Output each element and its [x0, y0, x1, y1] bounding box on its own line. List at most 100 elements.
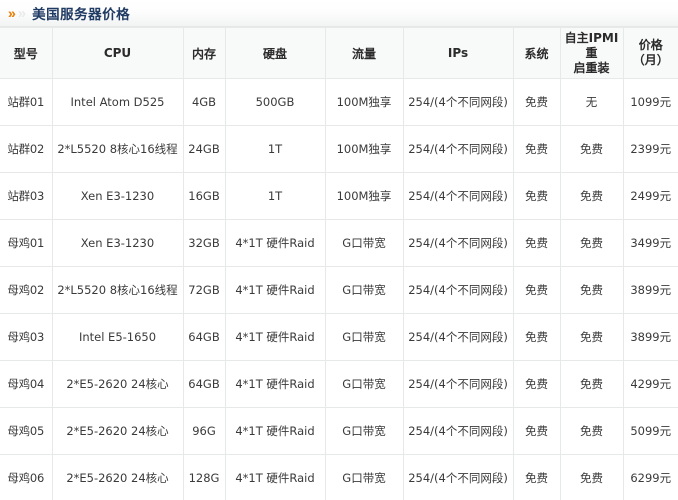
cell-model: 母鸡03 [0, 313, 53, 361]
cell-os: 免费 [513, 407, 561, 455]
cell-cpu: Intel Atom D525 [52, 78, 184, 126]
table-body: 站群01 Intel Atom D525 4GB 500GB 100M独享 254/(4个… [0, 78, 678, 500]
cell-model: 站群01 [0, 78, 53, 126]
cell-memory: 72GB [183, 266, 226, 314]
cell-disk: 1T [225, 125, 326, 173]
cell-disk: 4*1T 硬件Raid [225, 454, 326, 500]
server-price-table: 型号 CPU 内存 硬盘 流量 IPs 系统 自主IPMI重 启重装 价格 （月… [0, 27, 678, 500]
cell-price: 2399元 [623, 125, 678, 173]
cell-price: 1099元 [623, 78, 678, 126]
cell-memory: 24GB [183, 125, 226, 173]
column-header-os: 系统 [513, 27, 561, 79]
cell-cpu: 2*L5520 8核心16线程 [52, 266, 184, 314]
cell-traffic: G口带宽 [325, 454, 404, 500]
cell-price: 5099元 [623, 407, 678, 455]
column-header-ipmi-line1: 自主IPMI重 [564, 30, 619, 60]
column-header-model: 型号 [0, 27, 53, 79]
cell-ipmi: 免费 [560, 360, 624, 408]
cell-model: 站群03 [0, 172, 53, 220]
cell-traffic: G口带宽 [325, 360, 404, 408]
cell-memory: 32GB [183, 219, 226, 267]
table-row: 母鸡06 2*E5-2620 24核心 128G 4*1T 硬件Raid G口带宽 254… [0, 454, 678, 500]
cell-cpu: 2*L5520 8核心16线程 [52, 125, 184, 173]
cell-os: 免费 [513, 313, 561, 361]
cell-traffic: 100M独享 [325, 172, 404, 220]
cell-ips: 254/(4个不同网段) [403, 78, 514, 126]
cell-cpu: 2*E5-2620 24核心 [52, 407, 184, 455]
cell-memory: 96G [183, 407, 226, 455]
table-row: 站群01 Intel Atom D525 4GB 500GB 100M独享 254/(4个… [0, 78, 678, 126]
cell-cpu: Xen E3-1230 [52, 219, 184, 267]
page-title: 美国服务器价格 [32, 7, 131, 23]
cell-ipmi: 无 [560, 78, 624, 126]
column-header-ipmi-line2: 启重装 [573, 60, 610, 75]
cell-model: 母鸡05 [0, 407, 53, 455]
cell-price: 2499元 [623, 172, 678, 220]
table-row: 母鸡05 2*E5-2620 24核心 96G 4*1T 硬件Raid G口带宽 254/… [0, 407, 678, 455]
cell-model: 母鸡01 [0, 219, 53, 267]
cell-ips: 254/(4个不同网段) [403, 266, 514, 314]
double-chevron-right-decoration-icon: » [17, 4, 26, 22]
table-row: 母鸡04 2*E5-2620 24核心 64GB 4*1T 硬件Raid G口带宽 254… [0, 360, 678, 408]
cell-disk: 4*1T 硬件Raid [225, 407, 326, 455]
column-header-price-line1: 价格 [638, 38, 663, 52]
cell-os: 免费 [513, 219, 561, 267]
cell-os: 免费 [513, 78, 561, 126]
cell-ips: 254/(4个不同网段) [403, 360, 514, 408]
cell-ipmi: 免费 [560, 219, 624, 267]
table-header-row: 型号 CPU 内存 硬盘 流量 IPs 系统 自主IPMI重 启重装 价格 （月… [0, 27, 678, 79]
cell-traffic: 100M独享 [325, 78, 404, 126]
cell-ips: 254/(4个不同网段) [403, 407, 514, 455]
table-row: 站群02 2*L5520 8核心16线程 24GB 1T 100M独享 254/(4个不同… [0, 125, 678, 173]
cell-traffic: G口带宽 [325, 407, 404, 455]
column-header-ips: IPs [403, 27, 514, 79]
table-header: 型号 CPU 内存 硬盘 流量 IPs 系统 自主IPMI重 启重装 价格 （月… [0, 27, 678, 79]
cell-price: 6299元 [623, 454, 678, 500]
cell-disk: 4*1T 硬件Raid [225, 219, 326, 267]
cell-model: 母鸡06 [0, 454, 53, 500]
cell-ipmi: 免费 [560, 172, 624, 220]
column-header-price: 价格 （月） [623, 27, 678, 79]
cell-price: 4299元 [623, 360, 678, 408]
column-header-disk: 硬盘 [225, 27, 326, 79]
page-title-bar: » » 美国服务器价格 [0, 0, 678, 27]
cell-ips: 254/(4个不同网段) [403, 172, 514, 220]
cell-disk: 4*1T 硬件Raid [225, 313, 326, 361]
cell-cpu: 2*E5-2620 24核心 [52, 360, 184, 408]
cell-ipmi: 免费 [560, 407, 624, 455]
column-header-memory: 内存 [183, 27, 226, 79]
column-header-traffic: 流量 [325, 27, 404, 79]
cell-cpu: Intel E5-1650 [52, 313, 184, 361]
cell-cpu: 2*E5-2620 24核心 [52, 454, 184, 500]
cell-ips: 254/(4个不同网段) [403, 313, 514, 361]
cell-os: 免费 [513, 454, 561, 500]
cell-model: 母鸡02 [0, 266, 53, 314]
column-header-ipmi: 自主IPMI重 启重装 [560, 27, 624, 79]
cell-cpu: Xen E3-1230 [52, 172, 184, 220]
cell-ips: 254/(4个不同网段) [403, 219, 514, 267]
cell-traffic: G口带宽 [325, 313, 404, 361]
cell-disk: 4*1T 硬件Raid [225, 360, 326, 408]
cell-price: 3899元 [623, 313, 678, 361]
table-row: 母鸡02 2*L5520 8核心16线程 72GB 4*1T 硬件Raid G口带宽 25… [0, 266, 678, 314]
table-row: 母鸡01 Xen E3-1230 32GB 4*1T 硬件Raid G口带宽 254/(4… [0, 219, 678, 267]
cell-ips: 254/(4个不同网段) [403, 125, 514, 173]
cell-ipmi: 免费 [560, 313, 624, 361]
cell-os: 免费 [513, 125, 561, 173]
cell-ipmi: 免费 [560, 454, 624, 500]
cell-traffic: G口带宽 [325, 266, 404, 314]
double-chevron-right-icon: » [8, 5, 16, 21]
column-header-price-line2: （月） [632, 53, 669, 67]
cell-os: 免费 [513, 360, 561, 408]
cell-os: 免费 [513, 266, 561, 314]
cell-disk: 4*1T 硬件Raid [225, 266, 326, 314]
column-header-cpu: CPU [52, 27, 184, 79]
price-table-container: 型号 CPU 内存 硬盘 流量 IPs 系统 自主IPMI重 启重装 价格 （月… [0, 27, 678, 500]
cell-ips: 254/(4个不同网段) [403, 454, 514, 500]
cell-ipmi: 免费 [560, 125, 624, 173]
cell-price: 3899元 [623, 266, 678, 314]
cell-model: 站群02 [0, 125, 53, 173]
cell-disk: 500GB [225, 78, 326, 126]
cell-price: 3499元 [623, 219, 678, 267]
cell-memory: 4GB [183, 78, 226, 126]
